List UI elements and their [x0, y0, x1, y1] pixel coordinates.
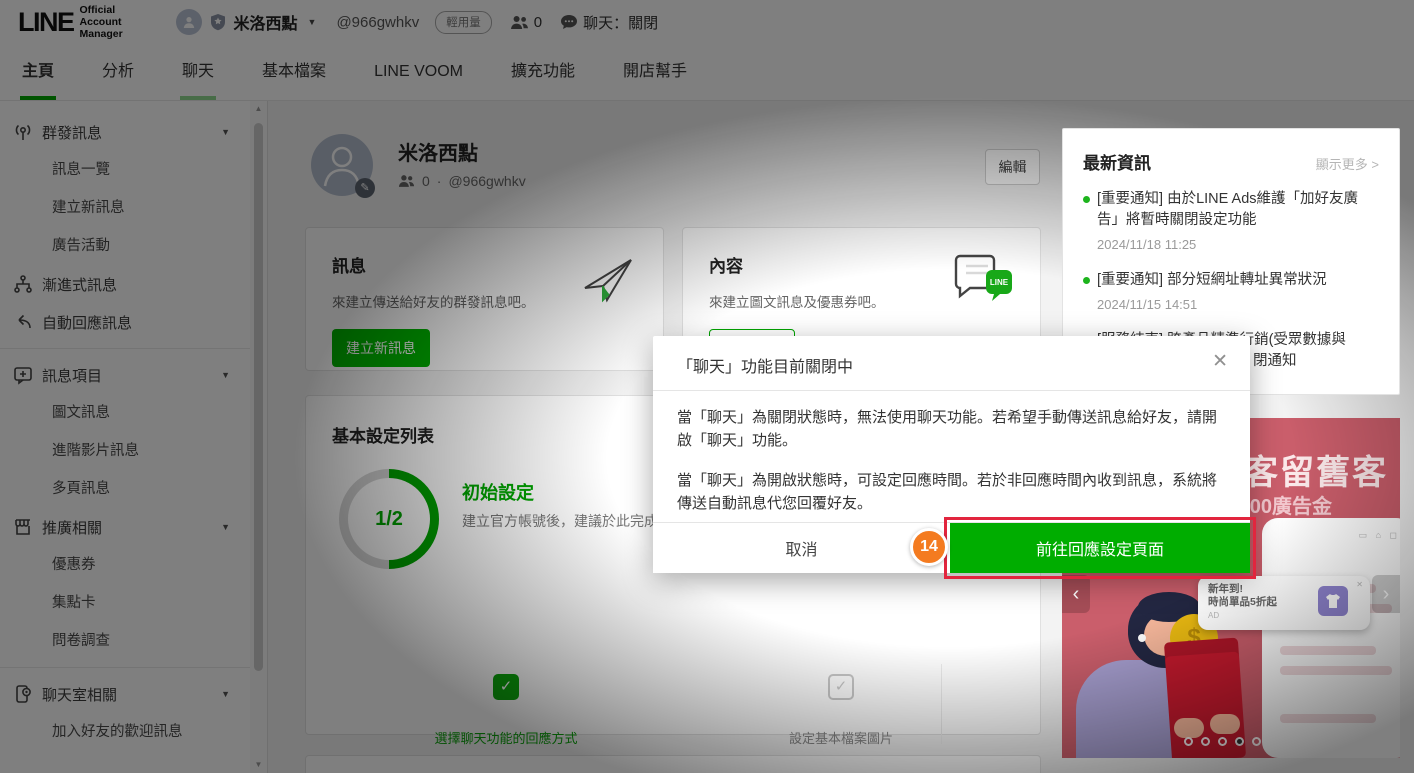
tutorial-step-badge: 14: [910, 528, 948, 566]
modal-paragraph-1: 當「聊天」為關閉狀態時，無法使用聊天功能。若希望手動傳送訊息給好友，請開啟「聊天…: [677, 406, 1226, 452]
bullet-icon: [1083, 277, 1090, 284]
modal-paragraph-2: 當「聊天」為開啟狀態時，可設定回應時間。若於非回應時間內收到訊息，系統將傳送自動…: [677, 469, 1226, 515]
cancel-button[interactable]: 取消: [653, 523, 950, 573]
chat-disabled-modal: 「聊天」功能目前關閉中 ✕ 當「聊天」為關閉狀態時，無法使用聊天功能。若希望手動…: [653, 336, 1250, 573]
go-to-response-settings-button[interactable]: 前往回應設定頁面: [950, 523, 1250, 573]
modal-title: 「聊天」功能目前關閉中: [677, 359, 853, 376]
news-item-date: 2024/11/18 11:25: [1097, 234, 1379, 255]
line-oa-manager-app: LINE Official AccountManager 米洛西點 ▼ @966…: [0, 0, 1414, 773]
news-item[interactable]: [重要通知] 部分短網址轉址異常狀況 2024/11/15 14:51: [1083, 270, 1379, 315]
bullet-icon: [1083, 196, 1090, 203]
news-item-text: [重要通知] 部分短網址轉址異常狀況: [1097, 270, 1379, 291]
close-icon[interactable]: ✕: [1206, 348, 1234, 375]
news-title: 最新資訊: [1083, 149, 1151, 174]
news-item-text: [重要通知] 由於LINE Ads維護「加好友廣告」將暫時關閉設定功能: [1097, 189, 1379, 231]
news-show-more-link[interactable]: 顯示更多 >: [1316, 154, 1379, 173]
news-item[interactable]: [重要通知] 由於LINE Ads維護「加好友廣告」將暫時關閉設定功能 2024…: [1083, 189, 1379, 255]
news-item-date: 2024/11/15 14:51: [1097, 294, 1379, 315]
modal-body: 當「聊天」為關閉狀態時，無法使用聊天功能。若希望手動傳送訊息給好友，請開啟「聊天…: [653, 391, 1250, 515]
